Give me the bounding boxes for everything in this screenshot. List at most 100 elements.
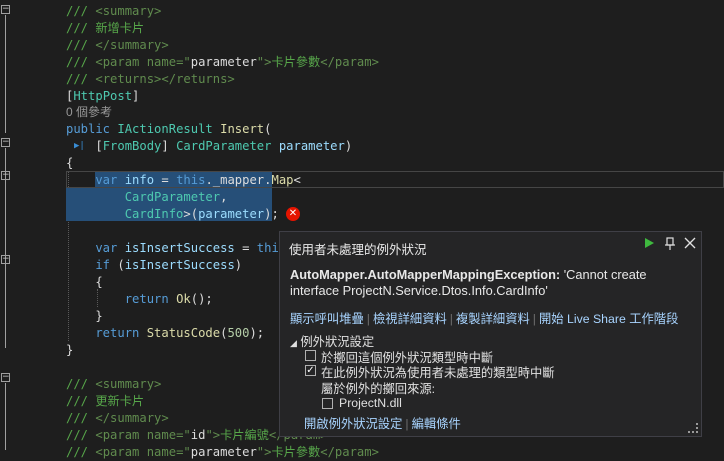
code-line: /// <summary> bbox=[66, 3, 161, 20]
code-token: <summary> bbox=[95, 377, 162, 391]
code-token: = bbox=[234, 241, 257, 255]
code-token: 500 bbox=[227, 326, 250, 340]
code-line: /// <summary> bbox=[66, 376, 161, 393]
link-separator: | bbox=[405, 417, 409, 431]
code-token: isInsertSuccess bbox=[124, 258, 235, 272]
code-token: if bbox=[66, 258, 118, 272]
resize-grip-icon[interactable] bbox=[688, 423, 698, 433]
code-line: return Ok(); bbox=[66, 291, 213, 308]
source-dll-label: ProjectN.dll bbox=[339, 396, 402, 410]
exception-settings-label: 例外狀況設定 bbox=[300, 335, 375, 349]
code-token: </summary> bbox=[95, 38, 169, 52]
pin-icon[interactable] bbox=[663, 237, 677, 253]
fold-range-line bbox=[5, 15, 6, 133]
code-line: CardParameter, bbox=[66, 189, 228, 206]
start-live-share-link[interactable]: 開始 Live Share 工作階段 bbox=[539, 312, 678, 326]
codelens-references[interactable]: 0 個參考 bbox=[66, 104, 112, 120]
code-token: "> bbox=[256, 445, 272, 459]
code-token: ) bbox=[234, 258, 243, 272]
code-token: /// 更新卡片 bbox=[66, 394, 145, 408]
fold-toggle-summary[interactable]: − bbox=[1, 5, 10, 14]
code-token: } bbox=[66, 343, 74, 357]
view-details-link[interactable]: 檢視詳細資料 bbox=[373, 312, 447, 326]
open-exception-settings-link[interactable]: 開啟例外狀況設定 bbox=[304, 417, 402, 431]
code-token: parameter bbox=[278, 139, 345, 153]
code-line: /// </summary> bbox=[66, 410, 169, 427]
code-token: public bbox=[66, 122, 118, 136]
code-token: </param> bbox=[320, 445, 379, 459]
code-line: /// <returns></returns> bbox=[66, 71, 235, 88]
copy-details-link[interactable]: 複製詳細資料 bbox=[456, 312, 530, 326]
error-icon[interactable]: ✕ bbox=[286, 207, 300, 221]
popup-title: 使用者未處理的例外狀況 bbox=[289, 243, 427, 257]
break-when-unhandled-checkbox[interactable]: ✓ bbox=[305, 365, 316, 376]
fold-toggle-summary-2[interactable]: − bbox=[1, 373, 10, 382]
fold-toggle-statement[interactable]: − bbox=[1, 171, 10, 180]
close-icon[interactable] bbox=[683, 237, 697, 253]
code-token: 卡片參數 bbox=[271, 445, 321, 459]
code-token: ); bbox=[249, 326, 265, 340]
code-token: "> bbox=[256, 55, 272, 69]
code-token: /// bbox=[66, 377, 96, 391]
code-token: Map bbox=[271, 173, 294, 187]
code-token: Ok bbox=[176, 292, 191, 306]
action-links: 顯示呼叫堆疊 | 檢視詳細資料 | 複製詳細資料 | 開始 Live Share 工作階段 bbox=[290, 309, 678, 327]
bottom-links: 開啟例外狀況設定 | 編輯條件 bbox=[304, 414, 461, 432]
code-line: [FromBody] CardParameter parameter) bbox=[66, 138, 352, 155]
code-token: parameter bbox=[198, 207, 265, 221]
fold-toggle-if[interactable]: − bbox=[1, 255, 10, 264]
code-token: 卡片編號 bbox=[220, 428, 269, 442]
code-token: ._mapper. bbox=[205, 173, 272, 187]
code-token: ] bbox=[132, 89, 140, 103]
code-token: <returns></returns> bbox=[95, 72, 235, 86]
code-token: var bbox=[66, 173, 125, 187]
code-token: /// bbox=[66, 55, 96, 69]
code-token: "> bbox=[205, 428, 221, 442]
code-token: return bbox=[66, 326, 147, 340]
exception-helper-popup: 使用者未處理的例外狀況 AutoMapper.AutoMapperMapping… bbox=[279, 231, 702, 437]
show-call-stack-link[interactable]: 顯示呼叫堆疊 bbox=[290, 312, 364, 326]
code-token: return bbox=[66, 292, 177, 306]
break-when-thrown-checkbox[interactable] bbox=[305, 350, 316, 361]
code-token: var bbox=[66, 241, 125, 255]
code-line: var isInsertSuccess = this bbox=[66, 240, 286, 257]
code-token: /// 新增卡片 bbox=[66, 21, 145, 35]
code-token: Insert bbox=[220, 122, 265, 136]
code-line: if (isInsertSuccess) bbox=[66, 257, 242, 274]
code-line: var info = this._mapper.Map< bbox=[66, 172, 301, 189]
link-separator: | bbox=[366, 312, 370, 326]
code-token: CardParameter bbox=[176, 139, 279, 153]
code-token: ); bbox=[264, 207, 279, 221]
source-dll-checkbox[interactable] bbox=[322, 398, 333, 409]
code-token: /// bbox=[66, 72, 96, 86]
fold-toggle-method[interactable]: − bbox=[1, 138, 10, 147]
code-token: { bbox=[66, 275, 103, 289]
code-token: (); bbox=[190, 292, 213, 306]
code-token: 卡片參數 bbox=[271, 55, 321, 69]
edit-conditions-link[interactable]: 編輯條件 bbox=[412, 417, 461, 431]
code-token: isInsertSuccess bbox=[124, 241, 235, 255]
code-token: >( bbox=[183, 207, 199, 221]
link-separator: | bbox=[532, 312, 536, 326]
code-token: ) bbox=[344, 139, 353, 153]
code-token: <param name=" bbox=[95, 428, 191, 442]
code-line: return StatusCode(500); bbox=[66, 325, 264, 342]
code-token: <param name=" bbox=[95, 445, 191, 459]
code-line: /// <param name="parameter">卡片參數</param> bbox=[66, 444, 379, 461]
play-icon[interactable] bbox=[642, 237, 656, 253]
code-line: /// </summary> bbox=[66, 37, 169, 54]
code-token: /// bbox=[66, 428, 96, 442]
code-token: { bbox=[66, 156, 74, 170]
fold-range-line bbox=[5, 383, 6, 450]
code-token: CardInfo bbox=[66, 207, 184, 221]
code-token: CardParameter bbox=[66, 190, 221, 204]
inline-hint-icon[interactable]: ▶| bbox=[74, 141, 85, 151]
except-from-label: 屬於例外的擲回來源: bbox=[321, 382, 436, 396]
code-token: /// bbox=[66, 38, 96, 52]
code-line: /// <param name="parameter">卡片參數</param> bbox=[66, 54, 379, 71]
code-token: <param name=" bbox=[95, 55, 191, 69]
collapse-triangle-icon: ◢ bbox=[290, 339, 297, 349]
editor-gutter bbox=[0, 0, 14, 450]
code-token: IActionResult bbox=[117, 122, 221, 136]
code-line: } bbox=[66, 342, 73, 359]
